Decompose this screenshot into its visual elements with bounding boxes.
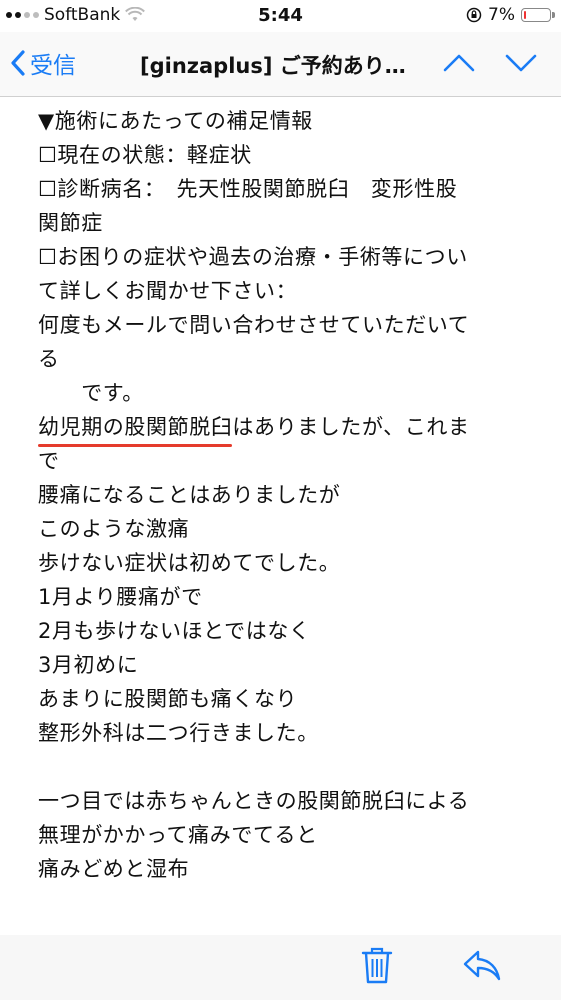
highlighted-line-rest: はありましたが、これま (232, 415, 470, 439)
body-line: で (38, 449, 60, 473)
body-line: ☐お困りの症状や過去の治療・手術等につい (38, 245, 468, 269)
chevron-left-icon (11, 50, 25, 76)
email-subject-title: [ginzaplus] ご予約あり… (140, 54, 406, 78)
underlined-phrase: 幼児期の股関節脱臼 (38, 410, 233, 447)
status-bar: SoftBank 5:44 7% (0, 0, 561, 32)
orientation-lock-icon (466, 7, 482, 23)
body-line: あまりに股関節も痛くなり (38, 687, 298, 711)
highlighted-line: 幼児期の股関節脱臼 はありましたが、これま (38, 410, 538, 447)
back-label: 受信 (30, 53, 76, 79)
battery-icon (521, 8, 555, 22)
battery-percent: 7% (488, 5, 515, 25)
status-right: 7% (466, 5, 555, 25)
reply-icon[interactable] (462, 947, 502, 983)
body-line: 一つ目では赤ちゃんときの股関節脱臼による (38, 789, 470, 813)
body-line: ☐診断病名： 先天性股関節脱臼 変形性股 (38, 177, 458, 201)
trash-icon[interactable] (360, 945, 394, 985)
body-line: る (38, 347, 60, 371)
body-line (38, 750, 538, 784)
underlined-text: 幼児期の股関節脱臼 (38, 415, 233, 439)
body-line: です。 (38, 381, 144, 405)
body-line: ☐現在の状態：軽症状 (38, 143, 252, 167)
body-line: 2月も歩けないほとではなく (38, 619, 311, 643)
body-line: 痛みどめと湿布 (38, 857, 190, 881)
back-button[interactable]: 受信 (10, 46, 76, 80)
body-line: 腰痛になることはありましたが (38, 483, 341, 507)
body-line: 関節症 (38, 211, 103, 235)
body-line: ▼施術にあたっての補足情報 (38, 109, 313, 133)
body-line: 3月初めに (38, 653, 139, 677)
body-line: 1月より腰痛がで (38, 585, 203, 609)
nav-bar: 受信 [ginzaplus] ご予約あり… (0, 32, 561, 97)
body-line: て詳しくお聞かせ下さい： (38, 279, 298, 303)
next-message-button[interactable] (504, 48, 538, 78)
body-line: 何度もメールで問い合わせさせていただいて (38, 313, 470, 337)
body-line: 歩けない症状は初めてでした。 (38, 551, 341, 575)
body-line: 整形外科は二つ行きました。 (38, 721, 319, 745)
battery-fill (524, 11, 526, 19)
bottom-toolbar (0, 935, 561, 1000)
body-line: 無理がかかって痛みでてると (38, 823, 318, 847)
body-line: このような激痛 (38, 517, 190, 541)
previous-message-button[interactable] (442, 48, 476, 78)
email-body: ▼施術にあたっての補足情報 ☐現在の状態：軽症状 ☐診断病名： 先天性股関節脱臼… (38, 104, 538, 886)
